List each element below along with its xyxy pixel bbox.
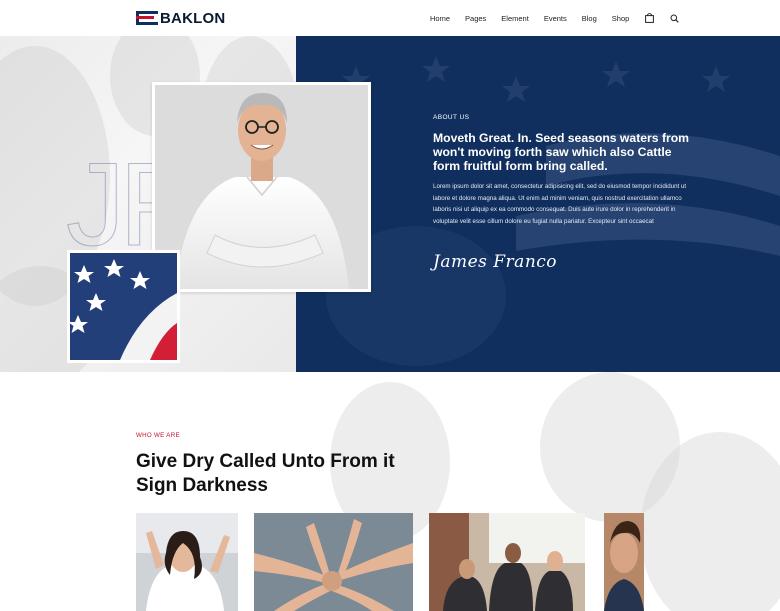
team-photo-card[interactable]: [604, 513, 644, 611]
signature: James Franco: [433, 252, 558, 272]
nav-blog[interactable]: Blog: [582, 14, 597, 23]
nav-events[interactable]: Events: [544, 14, 567, 23]
team-photo-card[interactable]: [429, 513, 585, 611]
flag-photo: [67, 250, 180, 363]
nav-element[interactable]: Element: [501, 14, 529, 23]
who-we-are-section: WHO WE ARE Give Dry Called Unto From it …: [0, 372, 780, 611]
nav-shop[interactable]: Shop: [612, 14, 630, 23]
bag-icon[interactable]: [644, 13, 654, 23]
site-logo[interactable]: BAKLON: [136, 9, 226, 27]
about-label: ABOUT US: [433, 114, 470, 121]
who-label: WHO WE ARE: [136, 432, 180, 439]
search-icon[interactable]: [669, 13, 679, 23]
nav-home[interactable]: Home: [430, 14, 450, 23]
logo-text: BAKLON: [160, 9, 226, 27]
portrait-photo: [152, 82, 371, 292]
logo-mark-icon: [136, 11, 158, 25]
team-photo-card[interactable]: [254, 513, 413, 611]
about-body-text: Lorem ipsum dolor sit amet, consectetur …: [433, 183, 687, 225]
nav-pages[interactable]: Pages: [465, 14, 486, 23]
team-photo-card[interactable]: [136, 513, 238, 611]
site-header: BAKLON Home Pages Element Events Blog Sh…: [0, 0, 780, 36]
section-heading: Give Dry Called Unto From it Sign Darkne…: [136, 451, 395, 496]
about-heading: Moveth Great. In. Seed seasons waters fr…: [433, 131, 690, 174]
about-hero: JF ABOUT US Moveth Great. In. Seed seaso…: [0, 36, 780, 372]
main-nav: Home Pages Element Events Blog Shop: [430, 13, 694, 23]
